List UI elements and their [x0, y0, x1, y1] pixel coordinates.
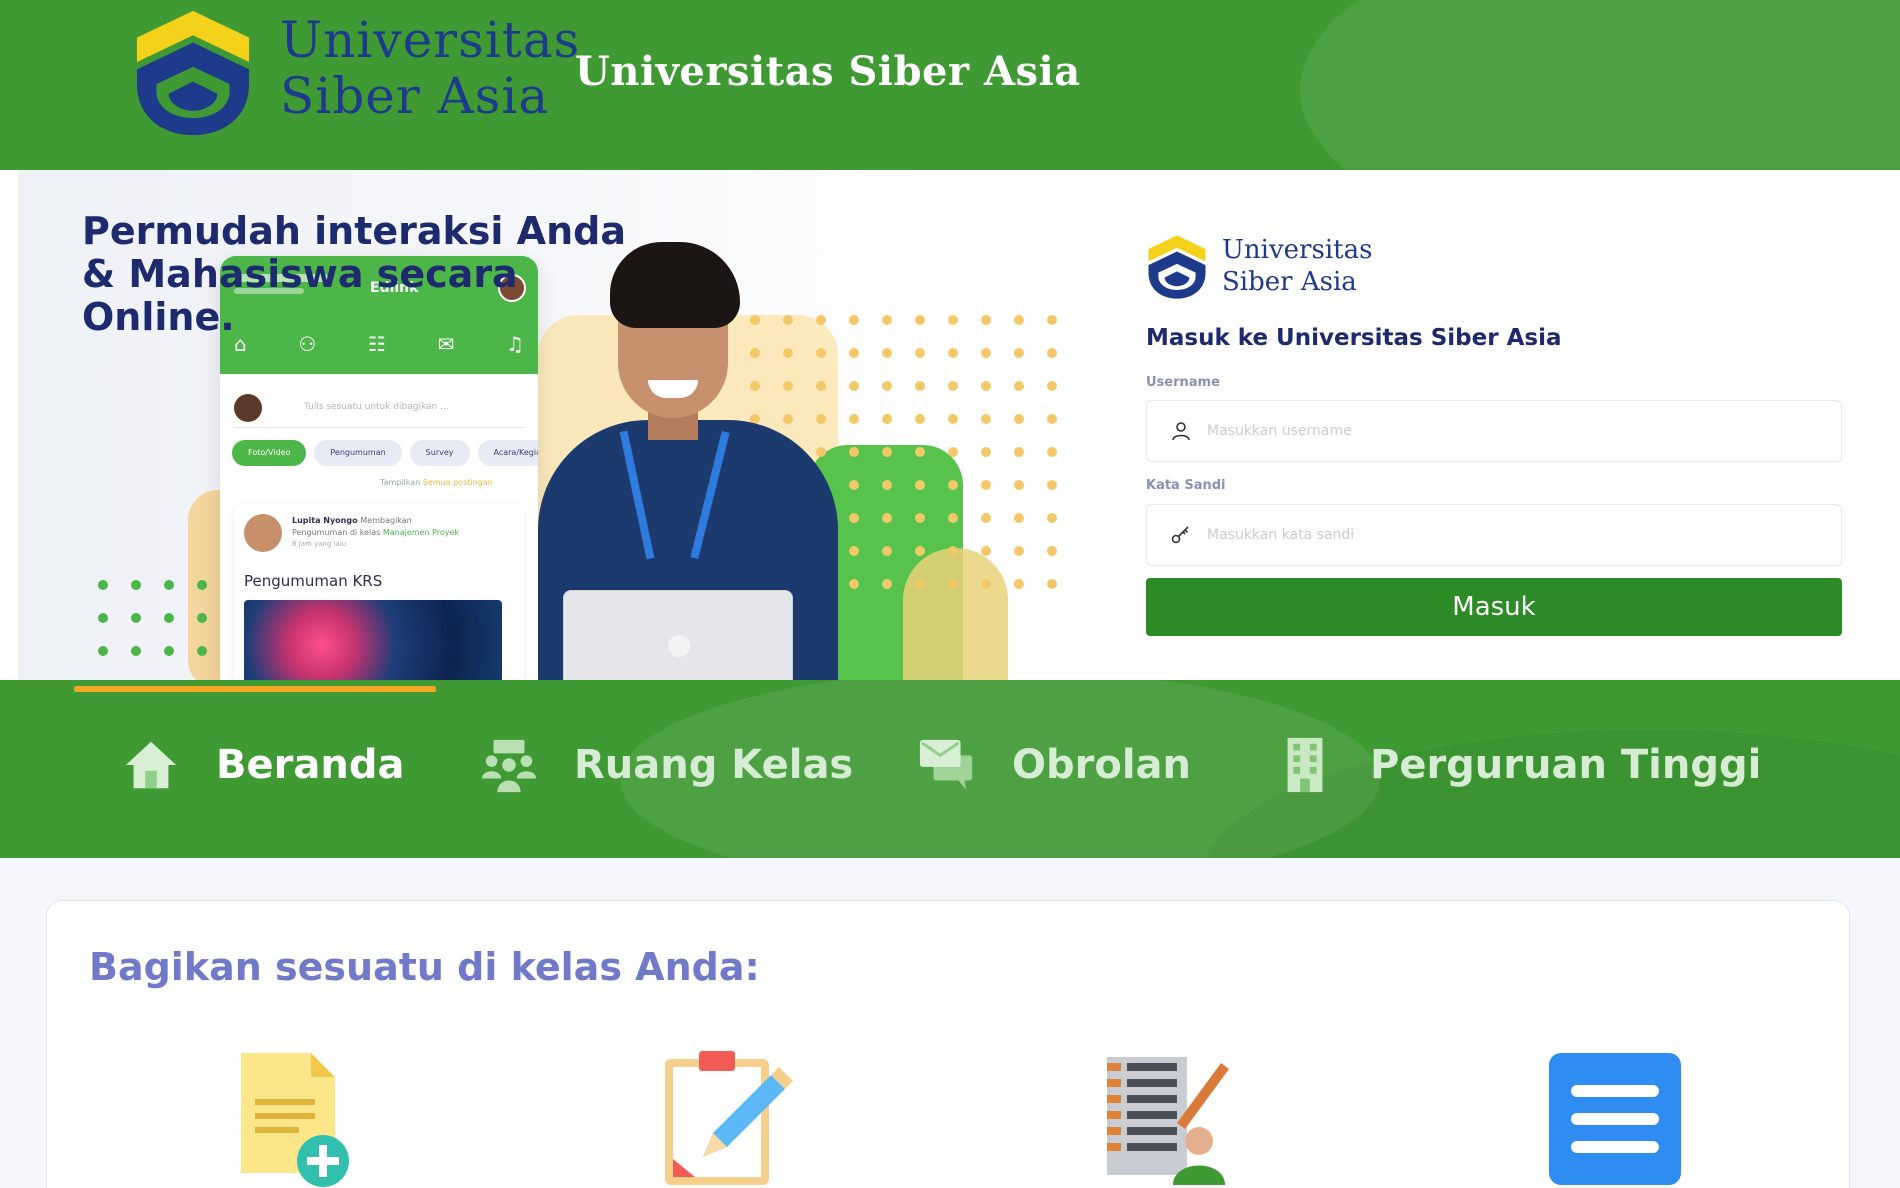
user-icon	[1172, 422, 1190, 441]
phone-post-placeholder: Tulis sesuatu untuk dibagikan ...	[304, 402, 449, 412]
hero-section: Edlink ⌂ ⚇ ☷ ✉ ♫ Tulis sesuatu untuk dib…	[0, 170, 1900, 680]
university-logo-icon[interactable]	[132, 6, 254, 140]
nav-item-obrolan[interactable]: Obrolan	[918, 736, 1191, 794]
nav-item-ruang-kelas[interactable]: Ruang Kelas	[480, 736, 853, 794]
phone-card-author-line: Lupita Nyongo Membagikan	[292, 516, 412, 525]
login-logo-line2: Siber Asia	[1222, 267, 1357, 297]
header-title: Universitas Siber Asia	[575, 48, 1081, 95]
phone-card-image	[244, 600, 502, 680]
phone-post-box: Tulis sesuatu untuk dibagikan ...	[234, 390, 524, 428]
chat-icon	[919, 739, 973, 791]
password-input[interactable]	[1207, 505, 1827, 565]
nav-item-beranda[interactable]: Beranda	[122, 736, 404, 794]
username-label: Username	[1146, 375, 1220, 390]
phone-show-link: Tampilkan Semua postingan	[380, 478, 493, 487]
top-header: Universitas Siber Asia Universitas Siber…	[0, 0, 1900, 170]
login-button[interactable]: Masuk	[1146, 578, 1842, 636]
landing-page: Universitas Siber Asia Universitas Siber…	[0, 0, 1900, 1188]
share-panel: Bagikan sesuatu di kelas Anda:	[46, 900, 1850, 1188]
clipboard-edit-icon[interactable]	[655, 1049, 795, 1188]
username-field[interactable]	[1146, 400, 1842, 462]
share-title: Bagikan sesuatu di kelas Anda:	[89, 945, 760, 989]
nav-item-label: Obrolan	[1012, 742, 1192, 788]
list-menu-icon[interactable]	[1545, 1049, 1685, 1188]
university-logo-icon	[1148, 235, 1206, 299]
phone-post-card: Lupita Nyongo Membagikan Pengumuman di k…	[234, 504, 524, 680]
phone-chip: Pengumuman	[314, 440, 402, 466]
phone-card-subject-line: Pengumuman di kelas Manajemen Proyek	[292, 528, 459, 537]
phone-card-subject: Pengumuman di kelas	[292, 528, 381, 537]
avatar	[244, 514, 282, 552]
username-input[interactable]	[1207, 401, 1827, 461]
decor-dots	[98, 580, 207, 656]
add-document-icon[interactable]	[223, 1049, 363, 1188]
phone-card-heading: Pengumuman KRS	[244, 572, 383, 590]
phone-card-course: Manajemen Proyek	[382, 528, 460, 537]
login-logo-wordmark: Universitas Siber Asia	[1222, 234, 1372, 298]
hero-illustration: Edlink ⌂ ⚇ ☷ ✉ ♫ Tulis sesuatu untuk dib…	[18, 170, 1057, 680]
phone-card-action: Membagikan	[360, 516, 412, 525]
home-icon	[125, 741, 177, 789]
nav-item-label: Perguruan Tinggi	[1370, 742, 1762, 788]
password-field[interactable]	[1146, 504, 1842, 566]
login-title: Masuk ke Universitas Siber Asia	[1146, 325, 1562, 351]
phone-show-link-prefix: Tampilkan	[380, 478, 421, 487]
nav-item-perguruan-tinggi[interactable]: Perguruan Tinggi	[1276, 736, 1761, 794]
nav-active-indicator	[74, 686, 436, 692]
phone-card-author: Lupita Nyongo	[292, 516, 358, 525]
header-logo-line1: Universitas	[280, 11, 581, 69]
phone-chip: Foto/Video	[232, 440, 307, 466]
building-icon	[1287, 737, 1323, 793]
header-logo-line2: Siber Asia	[280, 67, 550, 125]
phone-show-link-highlight: Semua postingan	[422, 478, 493, 487]
phone-chips: Foto/Video Pengumuman Survey Acara/Kegia…	[232, 440, 538, 466]
main-nav: Beranda Ruang Kelas Obrolan Perguruan Ti…	[0, 680, 1900, 858]
hero-headline: Permudah interaksi Anda & Mahasiswa seca…	[82, 209, 626, 339]
phone-chip: Survey	[409, 440, 470, 466]
header-decoration	[1300, 0, 1900, 170]
phone-card-time: 8 Jam yang lalu	[292, 540, 347, 548]
nav-item-label: Ruang Kelas	[574, 742, 854, 788]
avatar	[234, 394, 262, 422]
login-logo-line1: Universitas	[1222, 235, 1373, 265]
header-logo-wordmark: Universitas Siber Asia	[280, 12, 580, 124]
nav-item-label: Beranda	[216, 742, 405, 788]
key-icon	[1171, 526, 1189, 544]
assignment-grader-icon[interactable]	[1103, 1049, 1243, 1188]
password-label: Kata Sandi	[1146, 478, 1226, 493]
classroom-icon	[481, 739, 537, 793]
